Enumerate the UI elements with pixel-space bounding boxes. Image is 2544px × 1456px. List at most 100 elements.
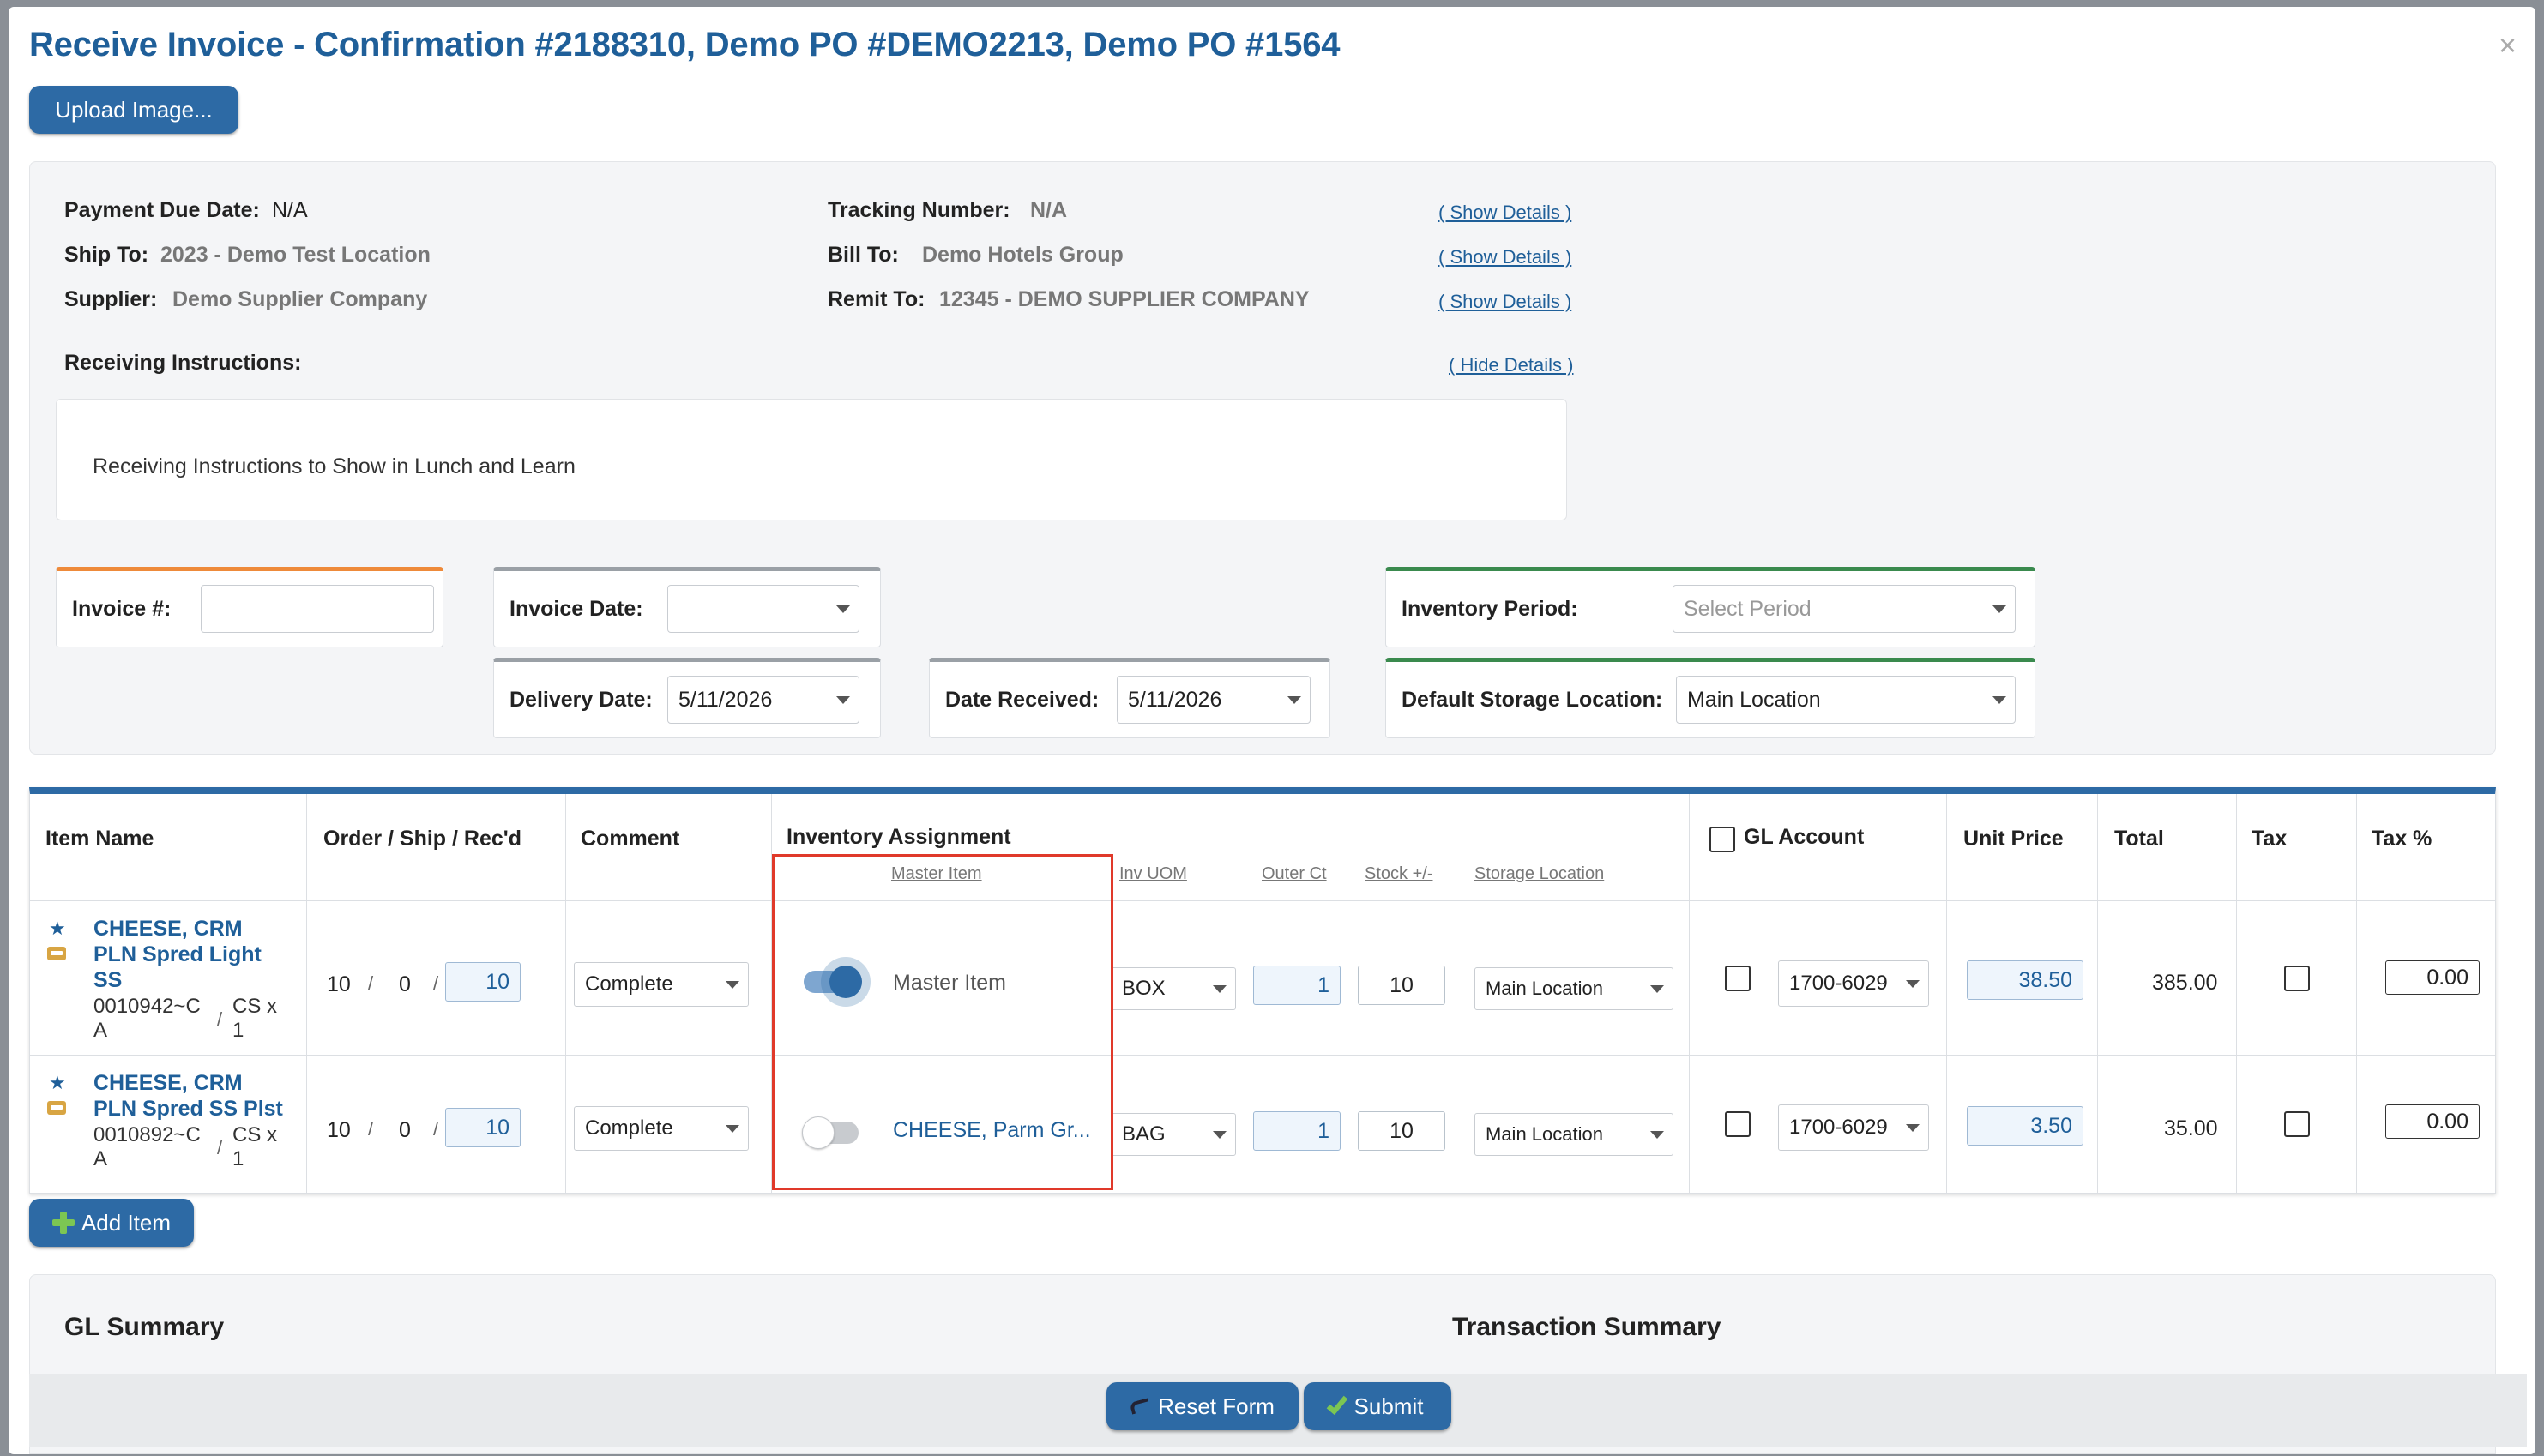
tax-checkbox[interactable] [2284,1111,2310,1137]
storage-location-value: Main Location [1486,978,1603,999]
remit-to-value: 12345 - DEMO SUPPLIER COMPANY [939,287,1310,311]
delivery-date-select[interactable]: 5/11/2026 [667,676,859,724]
receiving-instructions-label: Receiving Instructions: [64,351,302,375]
show-details-tracking-link[interactable]: ( Show Details ) [1438,202,1571,224]
qty-separator: / [368,1118,374,1140]
chevron-down-icon [1906,1124,1920,1132]
outer-ct-input[interactable]: 1 [1253,966,1341,1005]
inv-uom-select[interactable]: BOX [1111,967,1236,1010]
submit-button[interactable]: Submit [1304,1382,1451,1430]
chevron-down-icon [1213,1131,1227,1139]
reset-form-button[interactable]: Reset Form [1106,1382,1299,1430]
add-item-button[interactable]: Add Item [29,1199,194,1247]
storage-location-select[interactable]: Main Location [1474,967,1673,1010]
item-code: A [93,1147,108,1170]
gl-select-all-checkbox[interactable] [1709,827,1735,852]
chevron-down-icon [1650,1131,1664,1139]
gl-summary-title: GL Summary [64,1313,225,1341]
unit-separator: / [217,1008,223,1030]
comment-select[interactable]: Complete [574,962,749,1007]
subheader-inv-uom[interactable]: Inv UOM [1119,864,1187,884]
default-storage-select[interactable]: Main Location [1676,676,2016,724]
item-code: A [93,1019,108,1042]
tax-checkbox[interactable] [2284,966,2310,991]
default-storage-label: Default Storage Location: [1402,688,1663,712]
star-icon[interactable]: ★ [49,918,66,940]
ship-qty: 0 [399,1118,411,1142]
header-inventory-assignment: Inventory Assignment [787,825,1011,849]
item-name-line[interactable]: CHEESE, CRM [93,916,243,942]
bill-to-label: Bill To: [828,243,899,267]
header-comment: Comment [581,827,680,851]
invoice-date-label: Invoice Date: [509,597,643,621]
inventory-period-select[interactable]: Select Period [1673,585,2016,633]
date-received-select[interactable]: 5/11/2026 [1117,676,1311,724]
chevron-down-icon [836,696,850,704]
star-icon[interactable]: ★ [49,1072,66,1094]
invoice-number-input[interactable] [201,585,434,633]
close-icon[interactable]: × [2499,27,2517,63]
unit-price-input[interactable]: 38.50 [1967,960,2083,1000]
qty-separator: / [368,972,374,994]
outer-ct-input[interactable]: 1 [1253,1111,1341,1151]
chevron-down-icon [726,1125,739,1133]
invoice-number-card: Invoice #: [56,567,443,647]
supplier-value: Demo Supplier Company [172,287,428,311]
delivery-date-label: Delivery Date: [509,688,653,712]
item-name-line[interactable]: PLN Spred SS Plst [93,1096,283,1122]
show-details-remit-link[interactable]: ( Show Details ) [1438,291,1571,313]
received-qty-input[interactable]: 10 [445,962,521,1002]
received-qty-input[interactable]: 10 [445,1108,521,1147]
comment-value: Complete [585,1116,673,1140]
item-unit: 1 [232,1147,244,1170]
remit-to-label: Remit To: [828,287,925,311]
payment-due-value: N/A [272,198,308,222]
subheader-stock[interactable]: Stock +/- [1365,864,1432,884]
subheader-storage-location[interactable]: Storage Location [1474,864,1604,884]
inventory-period-card: Inventory Period: Select Period [1385,567,2035,647]
order-qty: 10 [327,972,351,996]
storage-location-select[interactable]: Main Location [1474,1113,1673,1156]
default-storage-value: Main Location [1687,687,1821,712]
chevron-down-icon [836,605,850,613]
subheader-outer-ct[interactable]: Outer Ct [1262,864,1327,884]
show-details-bill-link[interactable]: ( Show Details ) [1438,246,1571,268]
receiving-instructions-box: Receiving Instructions to Show in Lunch … [56,399,1567,520]
gl-row-checkbox[interactable] [1725,1111,1751,1137]
item-unit: CS x [232,995,278,1018]
bill-to-value: Demo Hotels Group [922,243,1124,267]
receiving-instructions-text: Receiving Instructions to Show in Lunch … [93,454,576,478]
tax-pct-input[interactable]: 0.00 [2385,1104,2480,1139]
inv-uom-select[interactable]: BAG [1111,1113,1236,1156]
gl-account-value: 1700-6029 [1789,1116,1888,1139]
unit-price-input[interactable]: 3.50 [1967,1106,2083,1146]
dialog-title: Receive Invoice - Confirmation #2188310,… [29,26,1341,63]
inventory-period-placeholder: Select Period [1684,596,1812,621]
ship-to-value: 2023 - Demo Test Location [160,243,431,267]
item-name-line[interactable]: SS [93,967,122,993]
plus-icon [51,1212,75,1234]
gl-row-checkbox[interactable] [1725,966,1751,991]
line-total: 35.00 [2164,1116,2218,1140]
stock-adjust-input[interactable]: 10 [1358,966,1445,1005]
item-name-line[interactable]: PLN Spred Light [93,942,262,967]
date-received-value: 5/11/2026 [1128,687,1222,712]
header-gl-account: GL Account [1744,825,1865,849]
header-total: Total [2114,827,2164,851]
inv-uom-value: BAG [1122,1122,1166,1146]
stock-adjust-input[interactable]: 10 [1358,1111,1445,1151]
invoice-date-card: Invoice Date: [493,567,881,647]
gl-account-select[interactable]: 1700-6029 [1778,1104,1929,1151]
gl-account-select[interactable]: 1700-6029 [1778,960,1929,1007]
tracking-label: Tracking Number: [828,198,1010,222]
default-storage-card: Default Storage Location: Main Location [1385,658,2035,738]
hide-details-link[interactable]: ( Hide Details ) [1449,354,1573,376]
comment-select[interactable]: Complete [574,1106,749,1151]
tax-pct-input[interactable]: 0.00 [2385,960,2480,995]
inv-uom-value: BOX [1122,977,1166,1000]
upload-image-button[interactable]: Upload Image... [29,86,238,134]
tracking-value: N/A [1030,198,1068,222]
item-name-line[interactable]: CHEESE, CRM [93,1070,243,1096]
ship-to-label: Ship To: [64,243,149,267]
invoice-date-select[interactable] [667,585,859,633]
